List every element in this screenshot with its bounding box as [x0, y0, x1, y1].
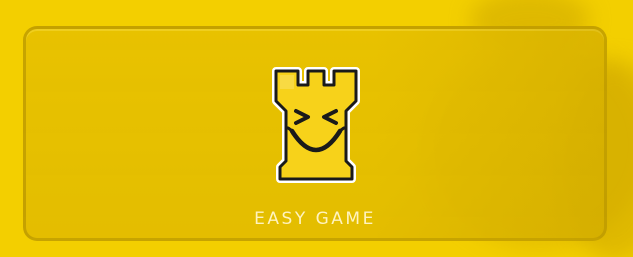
rook-smiley-icon: [266, 65, 366, 183]
easy-game-button[interactable]: EASY GAME: [23, 26, 607, 241]
easy-game-label: EASY GAME: [254, 209, 376, 229]
easy-game-panel: EASY GAME: [0, 0, 633, 257]
card-shade: [374, 29, 604, 238]
